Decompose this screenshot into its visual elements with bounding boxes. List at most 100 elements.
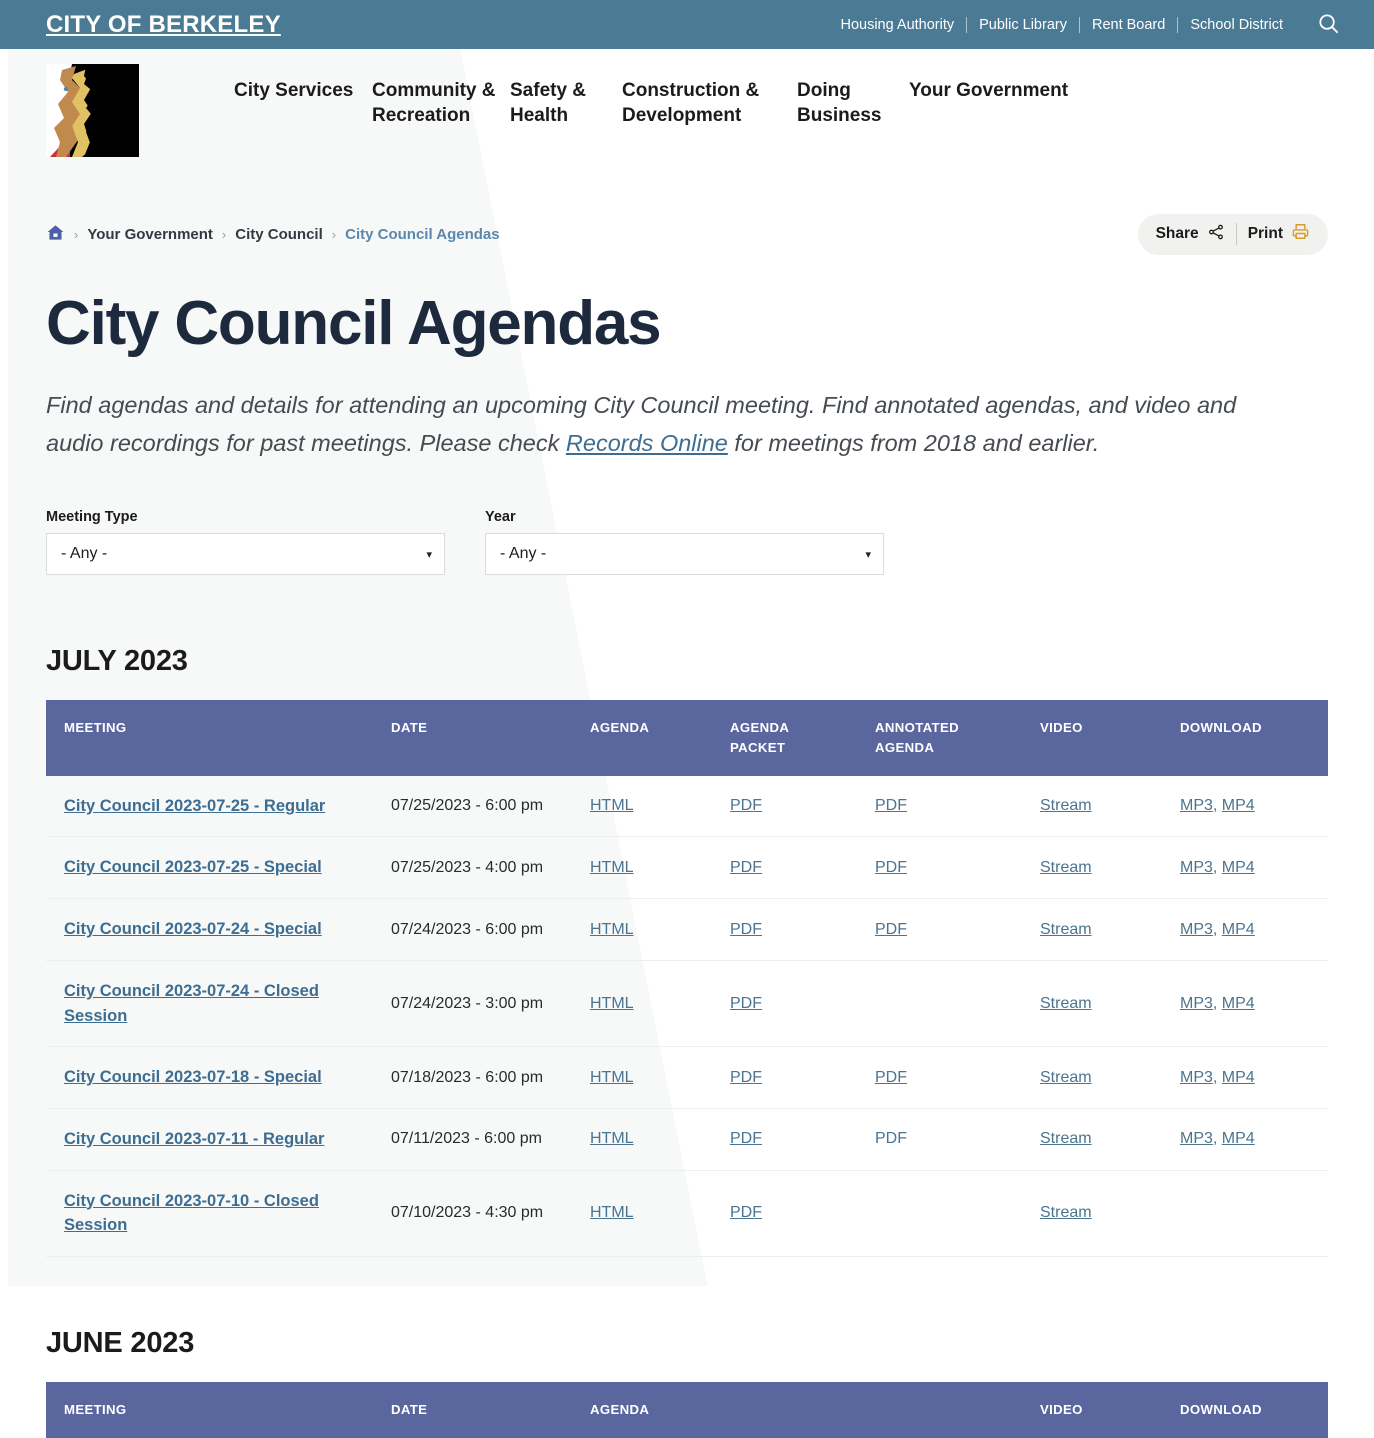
video-stream-link[interactable]: Stream [1040,797,1092,814]
download-separator: , [1212,920,1222,938]
utility-link-rent-board[interactable]: Rent Board [1080,17,1177,33]
cell-agenda: HTML [590,1170,730,1257]
column-header-annotated-agenda: ANNOTATED AGENDA [875,700,1040,776]
chevron-down-icon: ▾ [426,548,432,561]
video-stream-link[interactable]: Stream [1040,1130,1092,1147]
annotated-agenda-pdf-link[interactable]: PDF [875,1069,907,1086]
agenda-html-link[interactable]: HTML [590,921,634,938]
nav-item-doing-business[interactable]: Doing Business [797,78,909,128]
meeting-title-link[interactable]: City Council 2023-07-25 - Special [64,858,322,876]
column-header-annotated-agenda-line2: AGENDA [875,740,935,756]
breadcrumb-home-link[interactable] [46,223,65,246]
column-header-meeting: MEETING [46,1381,391,1438]
download-separator: , [1212,1130,1222,1148]
site-title-link[interactable]: CITY OF BERKELEY [46,11,281,39]
cell-video: Stream [1040,836,1180,900]
annotated-agenda-pdf-link[interactable]: PDF [875,859,907,876]
year-select[interactable]: - Any - ▾ [485,533,884,576]
breadcrumb-current: City Council Agendas [345,225,500,243]
download-mp4-link[interactable]: MP4 [1222,797,1255,814]
meeting-title-link[interactable]: City Council 2023-07-11 - Regular [64,1130,324,1148]
table-body-july-2023: City Council 2023-07-25 - Regular 07/25/2… [46,775,1328,1257]
cell-agenda: HTML [590,1108,730,1171]
agenda-packet-pdf-link[interactable]: PDF [730,921,762,938]
utility-link-public-library[interactable]: Public Library [967,17,1079,33]
utility-bar: CITY OF BERKELEY Housing Authority Publi… [0,0,1374,49]
agenda-html-link[interactable]: HTML [590,1130,634,1147]
cell-meeting: City Council 2023-07-24 - Closed Session [46,960,391,1048]
video-stream-link[interactable]: Stream [1040,1069,1092,1086]
download-separator: , [1212,1068,1222,1086]
meeting-title-link[interactable]: City Council 2023-07-25 - Regular [64,797,325,815]
table-header: MEETING DATE AGENDA AGENDA PACKET ANNOTA… [46,700,1328,776]
agenda-packet-pdf-link[interactable]: PDF [730,797,762,814]
download-mp3-link[interactable]: MP3 [1180,921,1213,938]
cell-agenda-packet: PDF [730,775,875,838]
column-header-agenda: AGENDA [590,1381,730,1438]
search-button[interactable] [1317,12,1340,38]
records-online-link[interactable]: Records Online [566,430,728,456]
download-mp4-link[interactable]: MP4 [1222,1069,1255,1086]
download-mp3-link[interactable]: MP3 [1180,1069,1213,1086]
agenda-html-link[interactable]: HTML [590,859,634,876]
share-button[interactable]: Share [1156,223,1225,246]
annotated-agenda-pdf-link[interactable]: PDF [875,921,907,938]
meeting-title-link[interactable]: City Council 2023-07-24 - Closed Session [64,982,319,1025]
nav-item-safety-health[interactable]: Safety & Health [510,78,622,128]
nav-item-city-services[interactable]: City Services [234,78,372,128]
meeting-title-link[interactable]: City Council 2023-07-10 - Closed Session [64,1192,319,1235]
meeting-title-link[interactable]: City Council 2023-07-18 - Special [64,1068,322,1086]
video-stream-link[interactable]: Stream [1040,1204,1092,1221]
utility-link-school-district[interactable]: School District [1178,17,1295,33]
agenda-html-link[interactable]: HTML [590,1069,634,1086]
city-logo[interactable] [46,64,139,157]
download-mp4-link[interactable]: MP4 [1222,921,1255,938]
cell-agenda-packet: PDF [730,836,875,900]
download-mp4-link[interactable]: MP4 [1222,1130,1255,1147]
video-stream-link[interactable]: Stream [1040,995,1092,1012]
cell-agenda: HTML [590,775,730,838]
cell-download: MP3, MP4 [1180,898,1328,961]
cell-date: 07/10/2023 - 4:30 pm [391,1170,590,1257]
annotated-agenda-pdf-link[interactable]: PDF [875,797,907,814]
cell-video: Stream [1040,1170,1180,1257]
agenda-packet-pdf-link[interactable]: PDF [730,859,762,876]
breadcrumb-item-city-council[interactable]: City Council [235,226,323,243]
breadcrumb-item-your-government[interactable]: Your Government [87,226,213,243]
meeting-type-selected-value: - Any - [61,545,108,563]
download-mp3-link[interactable]: MP3 [1180,859,1213,876]
nav-item-community-recreation[interactable]: Community & Recreation [372,78,510,128]
download-mp4-link[interactable]: MP4 [1222,859,1255,876]
cell-download: MP3, MP4 [1180,775,1328,838]
agenda-packet-pdf-link[interactable]: PDF [730,995,762,1012]
agenda-packet-pdf-link[interactable]: PDF [730,1130,762,1147]
cell-agenda-packet: PDF [730,1046,875,1109]
share-label: Share [1155,225,1199,242]
agenda-html-link[interactable]: HTML [590,1204,634,1221]
agenda-packet-pdf-link[interactable]: PDF [730,1204,762,1221]
cell-meeting: City Council 2023-07-11 - Regular [46,1108,391,1171]
video-stream-link[interactable]: Stream [1040,921,1092,938]
filter-year: Year - Any - ▾ [485,509,884,576]
column-header-download: DOWNLOAD [1180,1381,1328,1438]
breadcrumb-separator: › [74,226,79,242]
utility-link-housing-authority[interactable]: Housing Authority [828,17,966,33]
cell-download: MP3, MP4 [1180,836,1328,900]
download-mp3-link[interactable]: MP3 [1180,797,1213,814]
breadcrumb: › Your Government › City Council › City … [46,223,500,246]
agenda-html-link[interactable]: HTML [590,797,634,814]
meeting-type-select[interactable]: - Any - ▾ [46,533,445,576]
print-button[interactable]: Print [1248,222,1310,246]
nav-item-your-government[interactable]: Your Government [909,78,1080,128]
video-stream-link[interactable]: Stream [1040,859,1092,876]
agenda-html-link[interactable]: HTML [590,995,634,1012]
download-mp3-link[interactable]: MP3 [1180,1130,1213,1147]
cell-video: Stream [1040,960,1180,1048]
download-mp3-link[interactable]: MP3 [1180,995,1213,1012]
agenda-packet-pdf-link[interactable]: PDF [730,1069,762,1086]
cell-agenda-packet: PDF [730,1108,875,1171]
meeting-title-link[interactable]: City Council 2023-07-24 - Special [64,920,322,938]
nav-item-construction-development[interactable]: Construction & Development [622,78,797,128]
download-mp4-link[interactable]: MP4 [1222,995,1255,1012]
breadcrumb-row: › Your Government › City Council › City … [46,213,1328,255]
